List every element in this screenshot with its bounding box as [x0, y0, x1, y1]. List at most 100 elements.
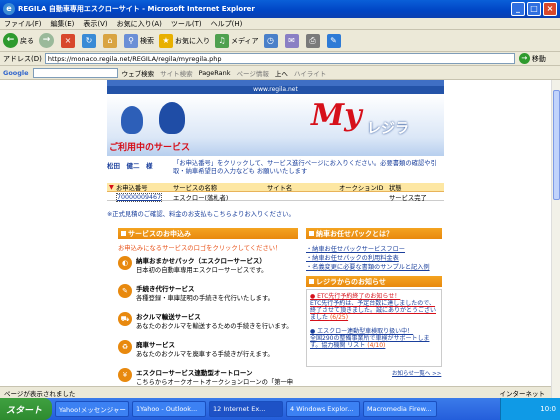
escrow-pack-icon: ◐ [118, 256, 132, 270]
service-item-desc: あなたのおクルマを廃車する手続きが行えます。 [136, 351, 274, 358]
google-search-input[interactable] [32, 67, 118, 78]
favorites-star-icon: ★ [159, 33, 173, 48]
menu-edit[interactable]: 編集(E) [51, 19, 75, 29]
menu-file[interactable]: ファイル(F) [4, 19, 42, 29]
service-table-header: ▼ お申込番号 サービスの名称 サイト名 オークションID 状態 [107, 183, 444, 192]
history-icon: ◷ [263, 33, 278, 48]
favorites-button[interactable]: ★ お気に入り [159, 33, 210, 48]
back-button[interactable]: ← 戻る [3, 33, 34, 48]
start-button[interactable]: スタート [0, 398, 52, 420]
bullet-icon [121, 231, 126, 236]
name-change-docs-link[interactable]: ・名義変更に必要な書類のサンプルと記入例 [306, 262, 430, 271]
menu-favorites[interactable]: お気に入り(A) [117, 19, 162, 29]
clock: 10:0 [540, 405, 556, 413]
refresh-button[interactable]: ↻ [82, 33, 98, 48]
back-arrow-icon: ← [3, 33, 18, 48]
menu-bar: ファイル(F) 編集(E) 表示(V) お気に入り(A) ツール(T) ヘルプ(… [0, 18, 560, 30]
address-label: アドレス(D) [3, 54, 42, 63]
bullet-icon [309, 231, 314, 236]
task-windows-explorer[interactable]: 4 Windows Explor... [286, 401, 360, 417]
task-yahoo-messenger[interactable]: Yahoo!メッセンジャー [55, 401, 129, 417]
service-item-procedure[interactable]: ✎ 手続き代行サービス 各種登録・車庫証明の手続きを代行いたします。 [118, 282, 298, 306]
down-arrow-icon: ▼ [109, 183, 114, 191]
address-input[interactable]: https://monaco.regila.net/REGILA/regila/… [44, 53, 515, 64]
task-fireworks[interactable]: Macromedia Firew... [363, 401, 437, 417]
service-item-title: 廃車サービス [136, 341, 175, 349]
news-headline: ● エスクロー連動型車検取り扱い中！ [310, 328, 414, 335]
pack-fee-link[interactable]: ・納車お任せパックの利用料金表 [306, 253, 399, 262]
apply-section-title: サービスのお申込み [128, 229, 191, 238]
home-button[interactable]: ⌂ [103, 33, 119, 48]
stop-icon: × [61, 33, 75, 48]
stop-button[interactable]: × [61, 33, 77, 48]
task-internet-explorer[interactable]: 12 Internet Ex... [209, 401, 283, 417]
mail-icon: ✉ [284, 33, 299, 48]
col-service-name: サービスの名称 [173, 184, 218, 192]
pack-info-title: 納車お任せパックとは？ [316, 229, 393, 238]
apply-instruction: お申込みになるサービスの口ゴをクリックしてください！ [118, 245, 282, 252]
brand-my: My [311, 98, 362, 133]
google-highlight-button[interactable]: ハイライト [294, 68, 326, 78]
bullet-icon [309, 279, 314, 284]
site-url-bar: www.regila.net [107, 86, 444, 94]
menu-tools[interactable]: ツール(T) [171, 19, 202, 29]
taskbar: スタート Yahoo!メッセンジャー 1Yahoo - Outlook... 1… [0, 398, 560, 420]
col-status: 状態 [389, 184, 402, 192]
media-label: メディア [231, 36, 259, 45]
user-name: 松田 健二 様 [107, 162, 153, 170]
brand-regila: レジラ [367, 121, 409, 137]
media-button[interactable]: ♫ メディア [215, 33, 259, 48]
google-pagerank[interactable]: PageRank [199, 69, 231, 77]
service-item-title: おクルマ輸送サービス [136, 313, 201, 321]
loan-icon: ¥ [118, 368, 132, 382]
col-site-name: サイト名 [267, 184, 293, 192]
vertical-scrollbar[interactable] [551, 80, 560, 398]
news-header: レジラからのお知らせ [306, 276, 442, 287]
mail-button[interactable]: ✉ [284, 33, 301, 48]
penguin-mascot-left [121, 106, 143, 134]
go-arrow-icon: → [518, 53, 530, 64]
service-heading: ご利用中のサービス [109, 143, 191, 153]
maximize-button[interactable]: □ [527, 2, 541, 16]
application-number-link[interactable]: 70000009467 [116, 193, 163, 202]
news-date: (4/10) [367, 342, 386, 349]
service-item-desc: 日本初の自動車専用エスクローサービスです。 [136, 267, 268, 274]
google-web-search-button[interactable]: ウェブ検索 [122, 68, 155, 78]
col-application-no: お申込番号 [116, 184, 148, 192]
search-label: 検索 [140, 36, 154, 45]
back-label: 戻る [20, 36, 34, 45]
pack-flow-link[interactable]: ・納車お任せパックサービスフロー [306, 244, 405, 253]
payment-note: ※正式見積のご確認、料金のお支払もこちらよりお入りください。 [107, 211, 295, 218]
service-item-escrow[interactable]: ◐ 納車おまかせパック（エスクローサービス） 日本初の自動車専用エスクローサービ… [118, 254, 298, 278]
instructions-text: 「お申込番号」をクリックして、サービス進行ページにお入りください。必要書類の確認… [173, 160, 437, 175]
history-button[interactable]: ◷ [263, 33, 280, 48]
menu-view[interactable]: 表示(V) [83, 19, 107, 29]
menu-help[interactable]: ヘルプ(H) [211, 19, 243, 29]
scrollbar-thumb[interactable] [553, 90, 560, 200]
status-text: ページが表示されました [4, 389, 76, 398]
title-bar: e REGILA 自動車専用エスクローサイト - Microsoft Inter… [0, 0, 560, 18]
go-button[interactable]: → 移動 [518, 53, 546, 64]
task-outlook[interactable]: 1Yahoo - Outlook... [132, 401, 206, 417]
close-button[interactable]: × [543, 2, 557, 16]
scrap-icon: ♻ [118, 340, 132, 354]
search-button[interactable]: ⚲ 検索 [124, 33, 154, 48]
print-button[interactable]: ⎙ [305, 33, 322, 48]
service-item-transport[interactable]: ⛟ おクルマ輸送サービス あなたのおクルマを輸送するための手続きを行います。 [118, 310, 298, 334]
ie-logo-icon: e [3, 3, 15, 15]
service-item-scrap[interactable]: ♻ 廃車サービス あなたのおクルマを廃車する手続きが行えます。 [118, 338, 298, 362]
google-page-info-button[interactable]: ページ情報 [237, 68, 269, 78]
forward-button[interactable]: → [39, 33, 56, 48]
pack-info-header: 納車お任せパックとは？ [306, 228, 442, 239]
edit-button[interactable]: ✎ [326, 33, 343, 48]
search-icon: ⚲ [124, 33, 138, 48]
news-item-etc[interactable]: ● ETC先行予約終了のお知らせ！ ETC先行予約は、予定台数に達しましたので、終… [310, 293, 438, 321]
google-logo: Google [3, 68, 29, 77]
system-tray: 10:0 [500, 398, 560, 420]
news-item-inspection[interactable]: ● エスクロー連動型車検取り扱い中！ 全国290の整備事業所で車検がサポートします… [310, 328, 438, 349]
google-up-button[interactable]: 上へ [275, 68, 288, 78]
minimize-button[interactable]: _ [511, 2, 525, 16]
news-more-link[interactable]: お知らせ一覧へ >> [392, 369, 441, 377]
refresh-icon: ↻ [82, 33, 96, 48]
google-site-search-button[interactable]: サイト検索 [160, 68, 193, 78]
